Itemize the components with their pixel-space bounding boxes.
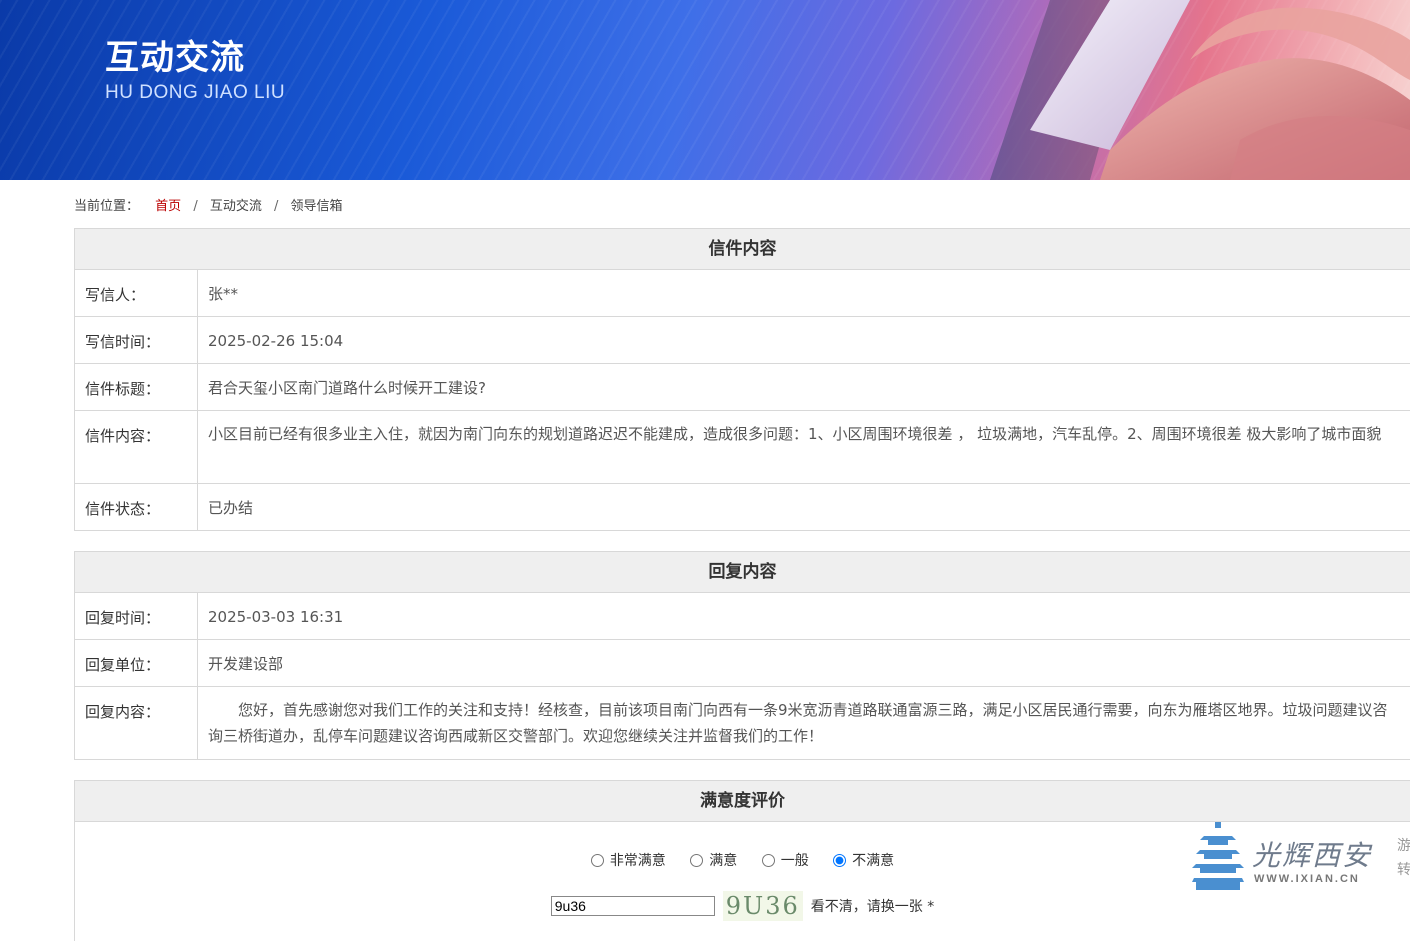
rating-option-label: 一般	[780, 853, 809, 869]
captcha-row: 9U36 看不清，请换一张 *	[75, 890, 1410, 921]
rating-option-very-satisfied[interactable]: 非常满意	[590, 850, 666, 870]
field-label: 信件标题：	[75, 364, 198, 410]
letter-panel-heading: 信件内容	[75, 229, 1410, 270]
edge-clipped-text: 游 转	[1397, 838, 1410, 878]
reply-row-content: 回复内容： 您好，首先感谢您对我们工作的关注和支持！经核查，目前该项目南门向西有…	[75, 687, 1410, 759]
captcha-input[interactable]	[550, 895, 715, 916]
required-mark: *	[927, 898, 935, 915]
banner-title: 互动交流	[105, 38, 245, 78]
field-value: 2025-03-03 16:31	[208, 608, 344, 626]
field-value: 开发建设部	[208, 655, 284, 673]
rating-option-label: 满意	[709, 853, 738, 869]
watermark-url: WWW.IXIAN.CN	[1254, 873, 1360, 885]
captcha-image-text: 9U36	[725, 891, 800, 920]
letter-row-content: 信件内容： 小区目前已经有很多业主入住，就因为南门向东的规划道路迟迟不能建成，造…	[75, 411, 1410, 484]
field-label: 写信人：	[75, 270, 198, 316]
field-label: 回复单位：	[75, 640, 198, 686]
rating-radio[interactable]	[761, 853, 775, 867]
rating-option-label: 不满意	[852, 853, 895, 869]
reply-row-time: 回复时间： 2025-03-03 16:31	[75, 593, 1410, 640]
field-value: 张**	[208, 285, 239, 303]
captcha-image[interactable]: 9U36	[722, 890, 803, 921]
reply-panel: 回复内容 回复时间： 2025-03-03 16:31 回复单位： 开发建设部 …	[74, 551, 1410, 760]
breadcrumb-prefix: 当前位置：	[74, 199, 140, 214]
field-label: 回复时间：	[75, 593, 198, 639]
site-watermark: 光辉西安 WWW.IXIAN.CN	[1192, 822, 1410, 892]
field-label: 写信时间：	[75, 317, 198, 363]
rating-option-neutral[interactable]: 一般	[761, 850, 809, 870]
letter-panel: 信件内容 写信人： 张** 写信时间： 2025-02-26 15:04 信件标…	[74, 228, 1410, 531]
handshake-image	[990, 0, 1410, 180]
breadcrumb-home-link[interactable]: 首页	[155, 199, 181, 214]
letter-row-title: 信件标题： 君合天玺小区南门道路什么时候开工建设?	[75, 364, 1410, 411]
breadcrumb-interaction-link[interactable]: 互动交流	[210, 199, 262, 214]
field-value: 2025-02-26 15:04	[208, 332, 344, 350]
letter-row-writer: 写信人： 张**	[75, 270, 1410, 317]
field-value: 君合天玺小区南门道路什么时候开工建设?	[208, 379, 486, 397]
field-value: 您好，首先感谢您对我们工作的关注和支持！经核查，目前该项目南门向西有一条9米宽沥…	[208, 701, 1388, 745]
rating-option-unsatisfied[interactable]: 不满意	[833, 850, 894, 870]
rating-option-satisfied[interactable]: 满意	[690, 850, 737, 870]
field-label: 回复内容：	[75, 687, 198, 759]
field-label: 信件状态：	[75, 484, 198, 530]
banner-subtitle: HU DONG JIAO LIU	[105, 82, 286, 103]
rating-panel-heading: 满意度评价	[75, 781, 1410, 822]
letter-row-status: 信件状态： 已办结	[75, 484, 1410, 530]
breadcrumb-separator: /	[274, 199, 279, 214]
reply-panel-heading: 回复内容	[75, 552, 1410, 593]
reply-row-unit: 回复单位： 开发建设部	[75, 640, 1410, 687]
watermark-brand: 光辉西安	[1252, 839, 1373, 872]
letter-row-time: 写信时间： 2025-02-26 15:04	[75, 317, 1410, 364]
rating-radio[interactable]	[690, 853, 704, 867]
tower-logo-icon	[1192, 822, 1244, 890]
field-value: 小区目前已经有很多业主入住，就因为南门向东的规划道路迟迟不能建成，造成很多问题：…	[208, 425, 1382, 443]
field-label: 信件内容：	[75, 411, 198, 483]
page-banner: 互动交流 HU DONG JIAO LIU	[0, 0, 1410, 180]
rating-radio[interactable]	[833, 853, 847, 867]
breadcrumb-separator: /	[193, 199, 198, 214]
rating-option-label: 非常满意	[609, 853, 666, 869]
captcha-refresh-link[interactable]: 看不清，请换一张 *	[811, 896, 934, 916]
field-value: 已办结	[208, 499, 254, 517]
breadcrumb-current: 领导信箱	[290, 199, 343, 214]
rating-radio[interactable]	[590, 853, 604, 867]
captcha-refresh-label: 看不清，请换一张	[810, 898, 923, 915]
breadcrumb: 当前位置： 首页 / 互动交流 / 领导信箱	[74, 195, 343, 214]
